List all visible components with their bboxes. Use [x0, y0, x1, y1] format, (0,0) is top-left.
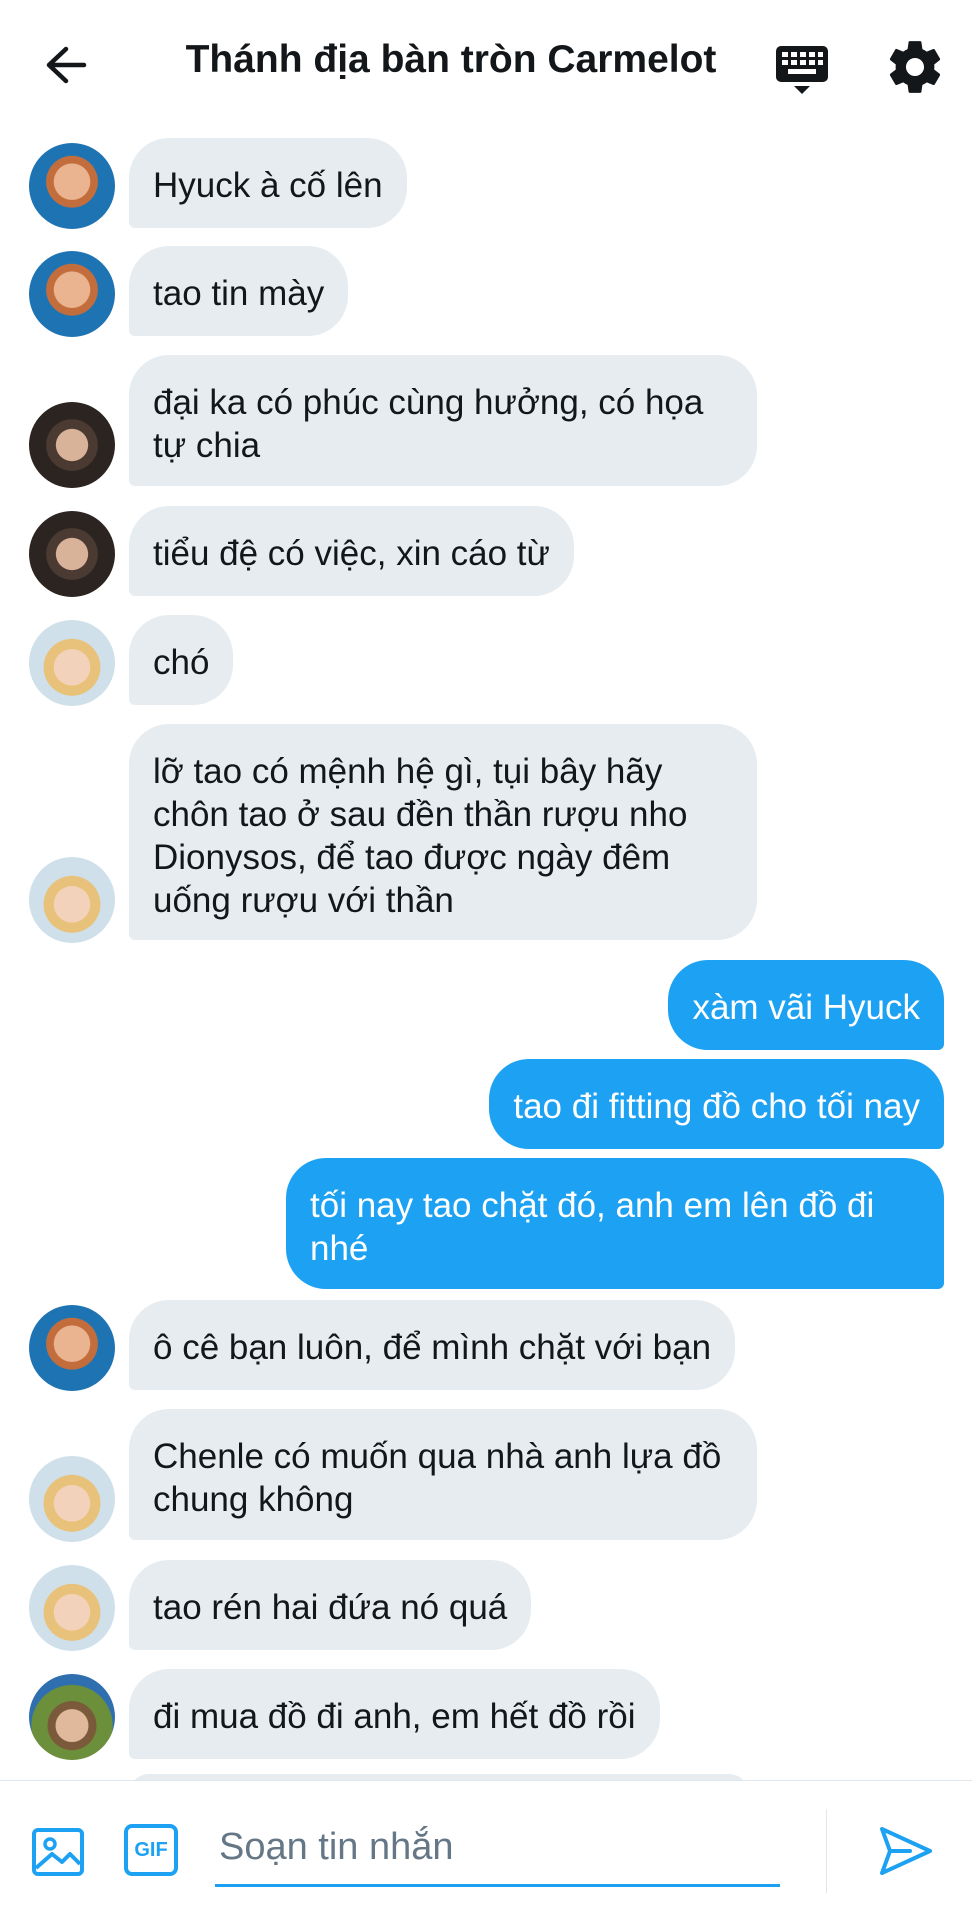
image-icon [32, 1828, 84, 1876]
conversation-title: Thánh địa bàn tròn Carmelot [185, 38, 717, 81]
avatar[interactable] [29, 402, 115, 488]
avatar[interactable] [29, 1305, 115, 1391]
message-bubble-outgoing[interactable]: tao đi fitting đồ cho tối nay [489, 1059, 944, 1149]
message-bubble-incoming[interactable]: đi mua đồ đi anh, em hết đồ rồi [129, 1669, 660, 1759]
message-bubble-outgoing[interactable]: xàm vãi Hyuck [668, 960, 944, 1050]
back-button[interactable] [36, 30, 96, 100]
chat-header: Thánh địa bàn tròn Carmelot [0, 0, 972, 130]
message-input[interactable] [215, 1811, 780, 1887]
avatar[interactable] [29, 251, 115, 337]
avatar[interactable] [29, 143, 115, 229]
message-bubble-incoming[interactable]: tao rén hai đứa nó quá [129, 1560, 532, 1650]
message-bubble-incoming[interactable]: lỡ tao có mệnh hệ gì, tụi bây hãy chôn t… [129, 724, 757, 940]
message-bubble-incoming[interactable]: chó [129, 615, 234, 705]
message-bubble-incoming[interactable]: Hyuck à cố lên [129, 138, 407, 228]
add-image-button[interactable] [30, 1824, 86, 1880]
send-button[interactable] [876, 1821, 936, 1881]
message-bubble-incoming[interactable]: đại ka có phúc cùng hưởng, có họa tự chi… [129, 355, 757, 486]
composer-divider [826, 1809, 827, 1893]
avatar[interactable] [29, 511, 115, 597]
keyboard-icon [776, 46, 828, 94]
message-bubble-outgoing[interactable]: tối nay tao chặt đó, anh em lên đồ đi nh… [286, 1158, 944, 1289]
message-bubble-incoming[interactable]: ô cê bạn luôn, để mình chặt với bạn [129, 1300, 736, 1390]
message-bubble-incoming[interactable]: tao tin mày [129, 246, 349, 336]
message-bubble-incoming[interactable]: Chenle có muốn qua nhà anh lựa đồ chung … [129, 1409, 757, 1540]
avatar[interactable] [29, 857, 115, 943]
arrow-left-icon [46, 46, 87, 84]
send-icon [880, 1827, 932, 1875]
message-bubble-incoming[interactable]: tiểu đệ có việc, xin cáo từ [129, 506, 574, 596]
settings-button[interactable] [884, 36, 946, 98]
gif-button[interactable]: GIF [124, 1824, 178, 1876]
avatar[interactable] [29, 1565, 115, 1651]
avatar[interactable] [29, 1456, 115, 1542]
message-composer: GIF [0, 1780, 972, 1920]
keyboard-button[interactable] [772, 38, 832, 98]
avatar[interactable] [29, 1674, 115, 1760]
gear-icon [889, 41, 941, 93]
avatar[interactable] [29, 620, 115, 706]
